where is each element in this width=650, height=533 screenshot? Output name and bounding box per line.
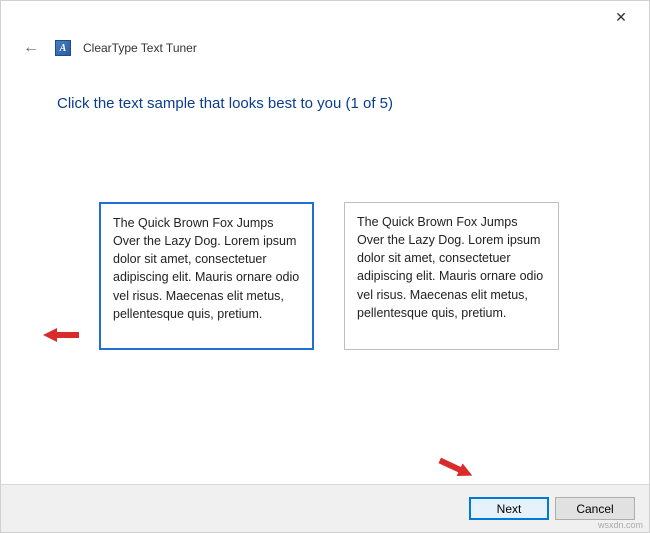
close-button[interactable]: ✕ — [601, 3, 641, 31]
text-sample-1[interactable]: The Quick Brown Fox Jumps Over the Lazy … — [99, 202, 314, 350]
page-heading: Click the text sample that looks best to… — [57, 95, 593, 112]
main-content: Click the text sample that looks best to… — [1, 59, 649, 350]
footer-bar: Next Cancel — [1, 484, 649, 532]
watermark: wsxdn.com — [598, 520, 643, 530]
close-icon: ✕ — [615, 9, 627, 26]
annotation-arrow-icon — [436, 452, 476, 484]
sample-row: The Quick Brown Fox Jumps Over the Lazy … — [57, 202, 593, 350]
next-button[interactable]: Next — [469, 497, 549, 520]
header-row: ← A ClearType Text Tuner — [1, 33, 649, 59]
window-title: ClearType Text Tuner — [83, 41, 197, 55]
titlebar: ✕ — [1, 1, 649, 33]
text-sample-2[interactable]: The Quick Brown Fox Jumps Over the Lazy … — [344, 202, 559, 350]
back-icon: ← — [23, 39, 39, 56]
app-icon: A — [55, 40, 71, 56]
back-button[interactable]: ← — [19, 37, 43, 59]
cancel-button[interactable]: Cancel — [555, 497, 635, 520]
